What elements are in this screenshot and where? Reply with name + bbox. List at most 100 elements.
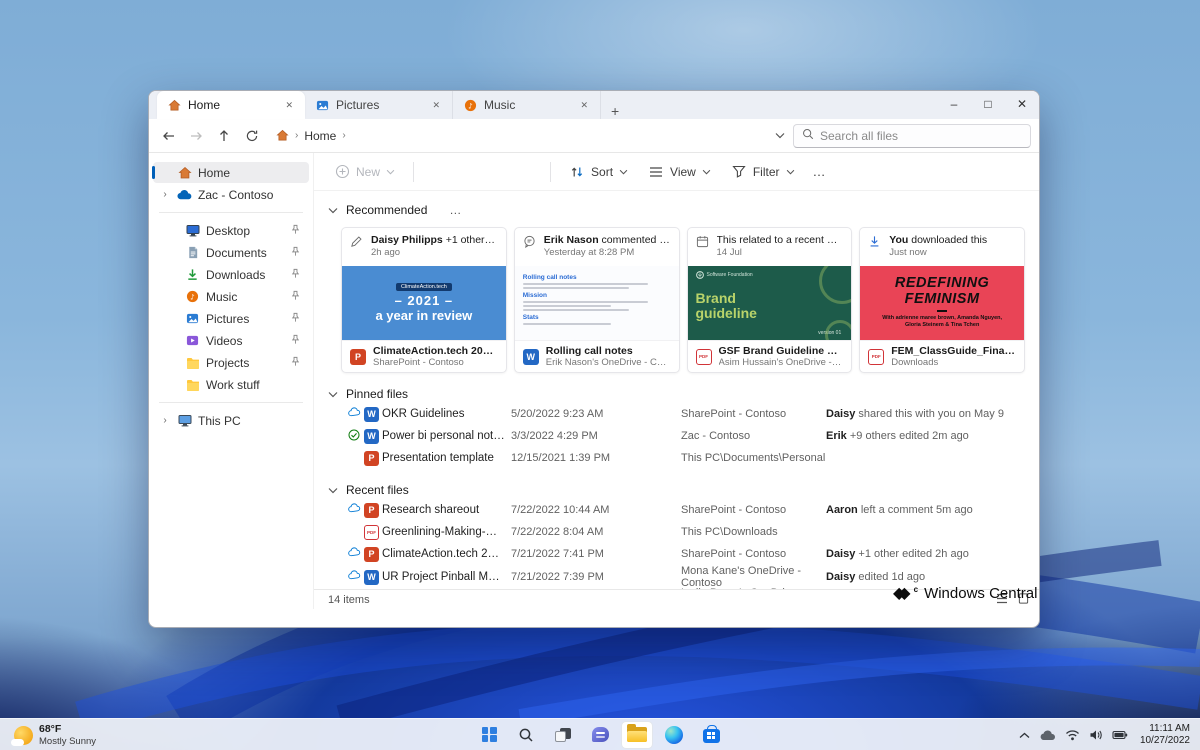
tab-close-icon[interactable]: ✕: [281, 98, 297, 113]
store-icon: [703, 729, 720, 743]
address-dropdown-icon[interactable]: [769, 132, 791, 139]
sidebar-item-documents[interactable]: Documents: [153, 242, 309, 263]
sidebar-item-label: Pictures: [206, 312, 249, 326]
sidebar-item-music[interactable]: ♪ Music: [153, 286, 309, 307]
edge-button[interactable]: [659, 722, 689, 748]
word-file-icon: W: [364, 570, 379, 585]
file-thumbnail: ClimateAction.tech – 2021 – a year in re…: [342, 266, 506, 340]
recommended-card[interactable]: Daisy Philipps +1 other edited... 2h ago…: [341, 227, 507, 373]
new-tab-button[interactable]: +: [601, 103, 629, 119]
pin-icon: [290, 356, 301, 370]
view-button[interactable]: View: [640, 159, 719, 185]
pictures-icon: [185, 311, 200, 326]
chevron-right-icon[interactable]: ›: [159, 415, 171, 426]
cloud-sync-icon: [348, 570, 362, 584]
section-label: Recent files: [346, 483, 409, 497]
widgets-weather-button[interactable]: 68°F Mostly Sunny: [4, 719, 106, 750]
breadcrumb-item-home[interactable]: Home: [304, 129, 336, 143]
word-file-icon: W: [523, 349, 539, 365]
new-button-label: New: [356, 165, 380, 179]
sidebar-item-videos[interactable]: Videos: [153, 330, 309, 351]
file-explorer-button[interactable]: [622, 722, 652, 748]
recommended-card[interactable]: This related to a recent meeting 14 Jul …: [687, 227, 853, 373]
pinned-files-section-header[interactable]: Pinned files: [328, 385, 1025, 403]
recent-files-section-header[interactable]: Recent files: [328, 481, 1025, 499]
file-location: Downloads: [891, 357, 1016, 368]
file-date: 12/15/2021 1:39 PM: [511, 452, 681, 464]
cut-icon[interactable]: [424, 164, 440, 180]
close-button[interactable]: ✕: [1005, 91, 1039, 117]
recommended-section-header[interactable]: Recommended …: [328, 201, 1025, 219]
tab-pictures[interactable]: Pictures ✕: [305, 91, 453, 119]
tray-date: 10/27/2022: [1140, 735, 1190, 748]
sidebar-item-work-stuff[interactable]: Work stuff: [153, 374, 309, 395]
sidebar-item-downloads[interactable]: Downloads: [153, 264, 309, 285]
activity-actor: Daisy Philipps: [371, 234, 443, 246]
file-date: 7/22/2022 10:44 AM: [511, 504, 681, 516]
refresh-icon[interactable]: [239, 124, 265, 148]
chevron-down-icon[interactable]: [328, 387, 338, 401]
sidebar-item-desktop[interactable]: Desktop: [153, 220, 309, 241]
rename-icon[interactable]: [484, 164, 500, 180]
task-view-button[interactable]: [548, 722, 578, 748]
tab-music[interactable]: ♪ Music ✕: [453, 91, 601, 119]
chevron-down-icon[interactable]: [328, 483, 338, 497]
wifi-icon[interactable]: [1064, 725, 1081, 745]
onedrive-tray-icon[interactable]: [1040, 725, 1057, 745]
tray-chevron-up-icon[interactable]: [1016, 725, 1033, 745]
toolbar-more-icon[interactable]: …: [807, 164, 833, 179]
sort-button[interactable]: Sort: [561, 159, 636, 185]
powerpoint-file-icon: P: [364, 451, 379, 466]
paste-icon[interactable]: [464, 164, 480, 180]
filter-label: Filter: [753, 165, 780, 179]
file-location: This PC\Documents\Personal: [681, 452, 826, 464]
delete-icon[interactable]: [524, 164, 540, 180]
share-icon[interactable]: [504, 164, 520, 180]
back-icon[interactable]: [155, 124, 181, 148]
start-button[interactable]: [474, 722, 504, 748]
maximize-button[interactable]: □: [971, 91, 1005, 117]
tab-close-icon[interactable]: ✕: [576, 98, 592, 113]
folder-icon: [185, 355, 200, 370]
filter-button[interactable]: Filter: [723, 159, 803, 185]
tab-home[interactable]: Home ✕: [157, 91, 305, 119]
new-button[interactable]: New: [326, 159, 403, 185]
file-row[interactable]: W OKR Guidelines 5/20/2022 9:23 AM Share…: [348, 403, 1025, 425]
clock[interactable]: 11:11 AM 10/27/2022: [1140, 723, 1194, 748]
breadcrumb[interactable]: › Home ›: [275, 129, 767, 143]
file-row[interactable]: P Presentation template 12/15/2021 1:39 …: [348, 447, 1025, 469]
volume-icon[interactable]: [1088, 725, 1105, 745]
recommended-card[interactable]: You downloaded this Just now REDEFINING …: [859, 227, 1025, 373]
tab-label: Home: [188, 98, 274, 112]
doc-heading: Stats: [523, 314, 671, 321]
file-thumbnail: Software Foundation Brand guideline vers…: [688, 266, 852, 340]
search-box[interactable]: [793, 124, 1031, 148]
sidebar-item-this-pc[interactable]: › This PC: [153, 410, 309, 431]
file-row[interactable]: PDF Greenlining-Making-Racial-Equity-Rea…: [348, 521, 1025, 543]
minimize-button[interactable]: –: [937, 91, 971, 117]
forward-icon[interactable]: [183, 124, 209, 148]
chevron-right-icon[interactable]: ›: [159, 189, 171, 200]
file-row[interactable]: P Research shareout 7/22/2022 10:44 AM S…: [348, 499, 1025, 521]
recommended-card[interactable]: Erik Nason commented on this Yesterday a…: [514, 227, 680, 373]
search-button[interactable]: [511, 722, 541, 748]
sidebar-item-projects[interactable]: Projects: [153, 352, 309, 373]
up-icon[interactable]: [211, 124, 237, 148]
powerpoint-file-icon: P: [364, 547, 379, 562]
file-thumbnail: REDEFINING FEMINISM With adrienne maree …: [860, 266, 1024, 340]
address-bar: › Home ›: [149, 119, 1039, 153]
sidebar-item-onedrive[interactable]: › Zac - Contoso: [153, 184, 309, 205]
search-input[interactable]: [820, 129, 1022, 143]
sidebar-item-home[interactable]: Home: [153, 162, 309, 183]
chevron-down-icon[interactable]: [328, 203, 338, 217]
chat-button[interactable]: [585, 722, 615, 748]
sidebar-item-pictures[interactable]: Pictures: [153, 308, 309, 329]
tab-close-icon[interactable]: ✕: [428, 98, 444, 113]
recommended-more-icon[interactable]: …: [449, 203, 462, 217]
microsoft-store-button[interactable]: [696, 722, 726, 748]
file-row[interactable]: W Power bi personal notes 3/3/2022 4:29 …: [348, 425, 1025, 447]
file-name: GSF Brand Guideline v01: [719, 345, 844, 357]
copy-icon[interactable]: [444, 164, 460, 180]
file-row[interactable]: P ClimateAction.tech 2021 – year in revi…: [348, 543, 1025, 565]
battery-icon[interactable]: [1112, 725, 1129, 745]
